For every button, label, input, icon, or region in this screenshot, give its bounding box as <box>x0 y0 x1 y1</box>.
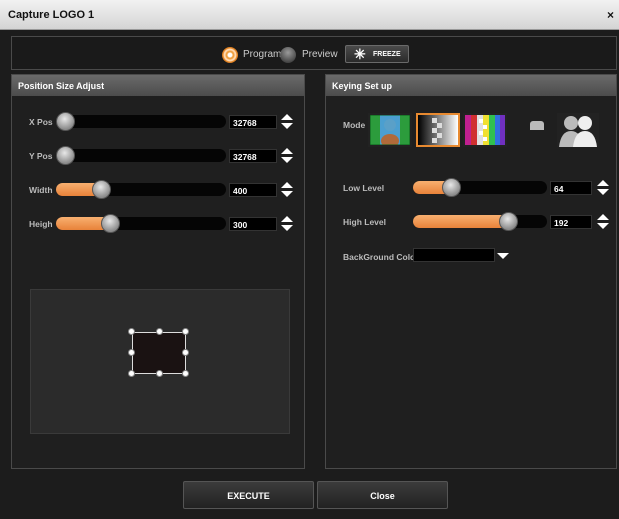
chroma-key-mode[interactable] <box>463 113 507 147</box>
mode-label: Mode <box>343 120 366 130</box>
high-level-value[interactable]: 192 <box>550 215 592 229</box>
low-level-spinner[interactable] <box>597 180 609 196</box>
increment-icon[interactable] <box>597 214 609 220</box>
increment-icon[interactable] <box>281 216 293 222</box>
close-button[interactable]: Close <box>317 481 448 509</box>
xpos-spinner[interactable] <box>281 114 293 130</box>
alpha-gradient-mode[interactable] <box>416 113 460 147</box>
decrement-icon[interactable] <box>597 223 609 229</box>
increment-icon[interactable] <box>281 182 293 188</box>
low-level-label: Low Level <box>343 183 385 193</box>
background-color-swatch[interactable] <box>413 248 495 262</box>
ypos-value[interactable]: 32768 <box>229 149 277 163</box>
snowflake-icon: ✳ <box>354 46 366 62</box>
key-person-icon[interactable] <box>557 113 599 147</box>
decrement-icon[interactable] <box>281 191 293 197</box>
program-label: Program <box>243 49 282 60</box>
logo-bounding-box[interactable] <box>132 332 186 374</box>
window-title: Capture LOGO 1 <box>8 9 95 21</box>
width-slider[interactable] <box>56 180 226 199</box>
ypos-label: Y Pos <box>29 151 53 161</box>
xpos-slider[interactable] <box>56 112 226 131</box>
slider-thumb[interactable] <box>56 146 75 165</box>
program-radio[interactable] <box>222 47 238 63</box>
height-slider[interactable] <box>56 214 226 233</box>
freeze-button[interactable]: ✳ FREEZE <box>345 45 409 63</box>
decrement-icon[interactable] <box>281 123 293 129</box>
preview-label: Preview <box>302 49 338 60</box>
resize-handle[interactable] <box>156 370 163 377</box>
small-button-icon[interactable] <box>530 121 544 130</box>
resize-handle[interactable] <box>182 328 189 335</box>
height-spinner[interactable] <box>281 216 293 232</box>
increment-icon[interactable] <box>597 180 609 186</box>
high-level-label: High Level <box>343 217 386 227</box>
position-size-panel: Position Size Adjust X Pos 32768 Y Pos 3… <box>11 74 305 469</box>
slider-fill <box>413 215 509 228</box>
resize-handle[interactable] <box>128 349 135 356</box>
resize-handle[interactable] <box>156 328 163 335</box>
width-value[interactable]: 400 <box>229 183 277 197</box>
luma-key-icon <box>369 114 411 148</box>
height-value[interactable]: 300 <box>229 217 277 231</box>
slider-thumb[interactable] <box>499 212 518 231</box>
ypos-spinner[interactable] <box>281 148 293 164</box>
chevron-down-icon[interactable] <box>497 253 509 259</box>
resize-handle[interactable] <box>182 349 189 356</box>
slider-thumb[interactable] <box>92 180 111 199</box>
width-label: Width <box>29 185 53 195</box>
xpos-value[interactable]: 32768 <box>229 115 277 129</box>
increment-icon[interactable] <box>281 148 293 154</box>
slider-thumb[interactable] <box>442 178 461 197</box>
alpha-gradient-icon <box>418 115 458 145</box>
background-color-label: BackGround Color <box>343 252 419 262</box>
low-level-slider[interactable] <box>413 178 547 197</box>
freeze-label: FREEZE <box>373 51 401 58</box>
low-level-value[interactable]: 64 <box>550 181 592 195</box>
resize-handle[interactable] <box>128 328 135 335</box>
high-level-slider[interactable] <box>413 212 547 231</box>
slider-thumb[interactable] <box>101 214 120 233</box>
execute-button[interactable]: EXECUTE <box>183 481 314 509</box>
close-icon[interactable]: × <box>607 8 614 22</box>
color-bars-icon <box>465 115 505 145</box>
resize-handle[interactable] <box>128 370 135 377</box>
xpos-label: X Pos <box>29 117 53 127</box>
keying-panel-header: Keying Set up <box>326 75 616 96</box>
slider-thumb[interactable] <box>56 112 75 131</box>
luma-key-mode[interactable] <box>368 113 412 148</box>
decrement-icon[interactable] <box>597 189 609 195</box>
position-preview <box>30 289 290 434</box>
title-bar: Capture LOGO 1 × <box>0 0 619 30</box>
resize-handle[interactable] <box>182 370 189 377</box>
increment-icon[interactable] <box>281 114 293 120</box>
preview-radio[interactable] <box>280 47 296 63</box>
height-label: Heigh <box>29 219 53 229</box>
ypos-slider[interactable] <box>56 146 226 165</box>
high-level-spinner[interactable] <box>597 214 609 230</box>
width-spinner[interactable] <box>281 182 293 198</box>
position-panel-header: Position Size Adjust <box>12 75 304 96</box>
decrement-icon[interactable] <box>281 225 293 231</box>
decrement-icon[interactable] <box>281 157 293 163</box>
source-bar: Program Preview ✳ FREEZE <box>11 36 617 70</box>
